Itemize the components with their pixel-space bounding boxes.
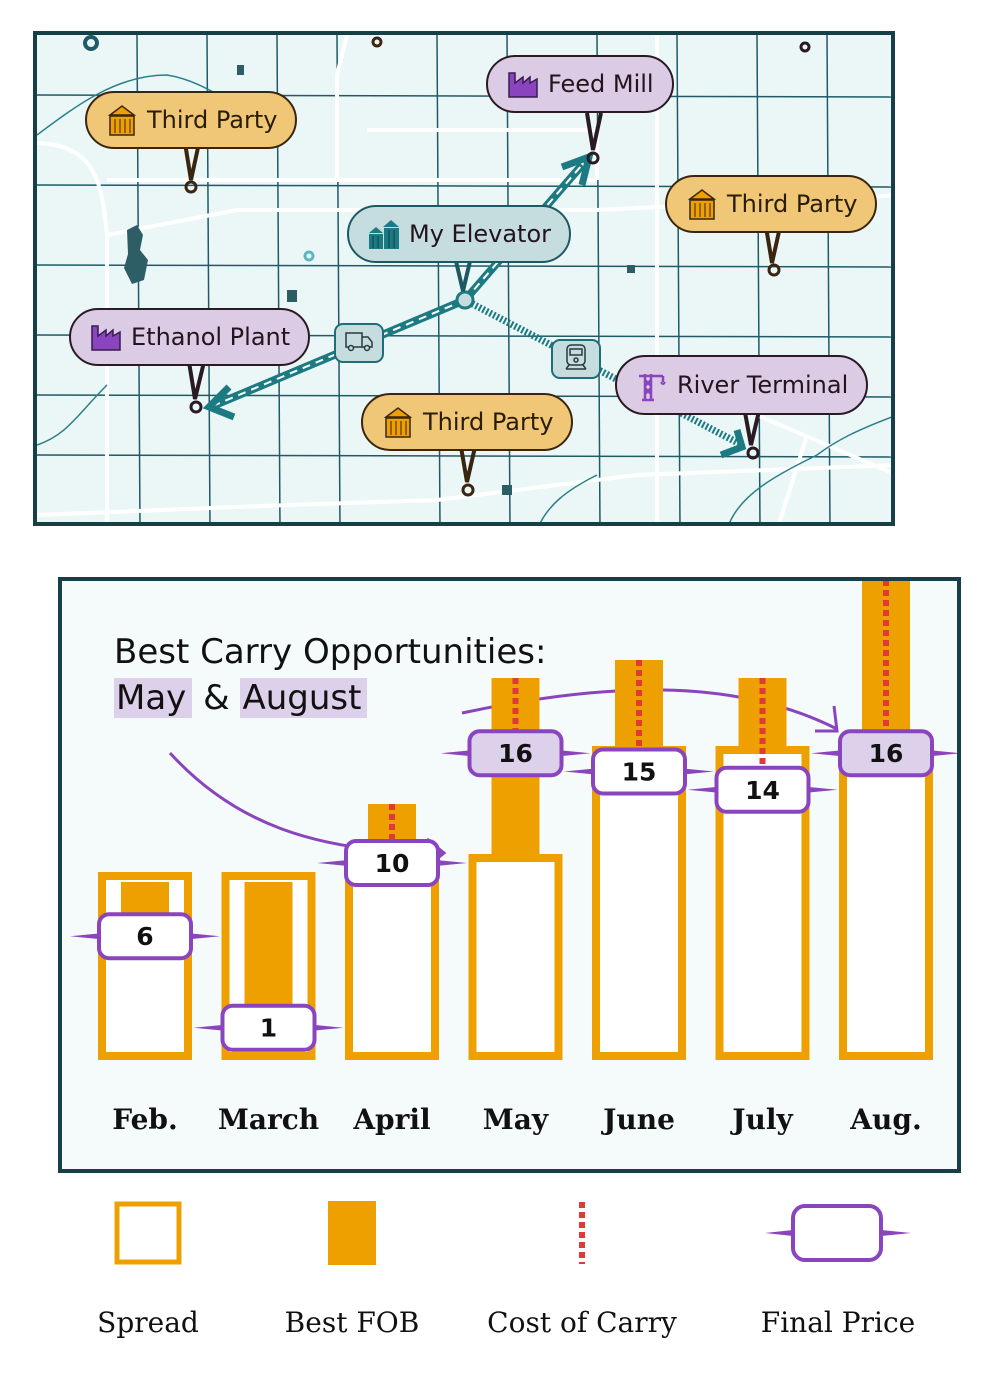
legend-label: Cost of Carry	[487, 1306, 677, 1339]
final-price-value-1: 1	[260, 1014, 277, 1043]
factory-icon	[89, 320, 123, 354]
legend-symbol-dashed-line	[579, 1202, 585, 1264]
pin-third-party-nw[interactable]	[184, 180, 198, 194]
month-label-0: Feb.	[112, 1103, 178, 1136]
month-label-3: May	[483, 1103, 549, 1136]
grain-bin-icon	[685, 187, 719, 221]
final-price-value-3: 16	[498, 739, 533, 768]
legend-label: Final Price	[760, 1306, 916, 1339]
best-fob-block-1	[244, 882, 293, 1008]
callout-label: Ethanol Plant	[131, 323, 291, 351]
callout-ethanol-plant[interactable]: Ethanol Plant	[69, 308, 311, 366]
pin-river-terminal[interactable]	[746, 446, 760, 460]
final-price-value-5: 14	[745, 776, 780, 805]
month-label-6: Aug.	[849, 1103, 921, 1136]
month-label-5: July	[729, 1103, 793, 1136]
pin-teal-top-left	[83, 35, 99, 51]
month-label-2: April	[352, 1103, 430, 1136]
callout-third-party-nw[interactable]: Third Party	[85, 91, 298, 149]
chart-legend: Spread Best FOB Cost of Carry Final Pric…	[0, 1200, 996, 1380]
factory-icon	[506, 67, 540, 101]
route-map: Third Party Feed Mill Third Party My Ele…	[33, 31, 895, 526]
legend-item-final-price: Final Price	[728, 1200, 948, 1339]
pin-teal-mid	[303, 250, 315, 262]
truck-mode-badge[interactable]	[334, 323, 384, 363]
callout-label: Feed Mill	[548, 70, 654, 98]
pin-top-right	[799, 41, 811, 53]
final-price-value-0: 6	[136, 922, 153, 951]
my-elevator-node[interactable]	[455, 290, 475, 310]
pin-third-party-ne[interactable]	[767, 263, 781, 277]
carry-chart: 6 Feb. 1 March 10 April 16 May 15 June 14 July 16 Aug…	[70, 581, 957, 1136]
legend-item-spread: Spread	[38, 1200, 258, 1339]
legend-item-best-fob: Best FOB	[242, 1200, 462, 1339]
spread-box-3	[468, 854, 563, 1060]
callout-label: River Terminal	[677, 371, 849, 399]
legend-symbol-price-tag	[765, 1204, 911, 1262]
callout-feed-mill[interactable]: Feed Mill	[486, 55, 674, 113]
spread-box-6	[839, 746, 933, 1060]
train-icon	[563, 343, 589, 375]
carry-chart-panel: Best Carry Opportunities: May & August 6…	[58, 577, 961, 1173]
legend-item-cost-of-carry: Cost of Carry	[472, 1200, 692, 1339]
final-price-value-6: 16	[869, 739, 904, 768]
arrowhead-river-terminal	[719, 429, 747, 459]
legend-symbol-fob-block	[328, 1201, 376, 1265]
callout-label: My Elevator	[409, 220, 552, 248]
truck-icon	[344, 329, 374, 357]
pin-ethanol-plant[interactable]	[189, 400, 203, 414]
elevator-bins-icon	[367, 217, 401, 251]
crane-icon	[635, 368, 669, 402]
spread-box-4	[592, 746, 686, 1060]
legend-label: Best FOB	[284, 1306, 420, 1339]
callout-third-party-ne[interactable]: Third Party	[665, 175, 878, 233]
grain-bin-icon	[105, 103, 139, 137]
month-label-1: March	[218, 1103, 319, 1136]
pin-third-party-s[interactable]	[461, 483, 475, 497]
final-price-value-4: 15	[622, 758, 657, 787]
callout-label: Third Party	[423, 408, 554, 436]
callout-label: Third Party	[727, 190, 858, 218]
chart-bars: 6 Feb. 1 March 10 April 16 May 15 June 14 July 16 Aug…	[70, 581, 957, 1136]
callout-label: Third Party	[147, 106, 278, 134]
grain-bin-icon	[381, 405, 415, 439]
final-price-value-2: 10	[375, 849, 410, 878]
pin-feed-mill[interactable]	[586, 151, 600, 165]
callout-my-elevator[interactable]: My Elevator	[347, 205, 572, 263]
callout-river-terminal[interactable]: River Terminal	[615, 355, 869, 415]
callout-third-party-s[interactable]: Third Party	[361, 393, 574, 451]
spread-box-2	[345, 854, 439, 1060]
legend-symbol-spread-box	[114, 1201, 182, 1265]
month-label-4: June	[600, 1103, 675, 1136]
pin-top-edge	[371, 36, 383, 48]
legend-label: Spread	[97, 1306, 199, 1339]
train-mode-badge[interactable]	[551, 339, 601, 379]
